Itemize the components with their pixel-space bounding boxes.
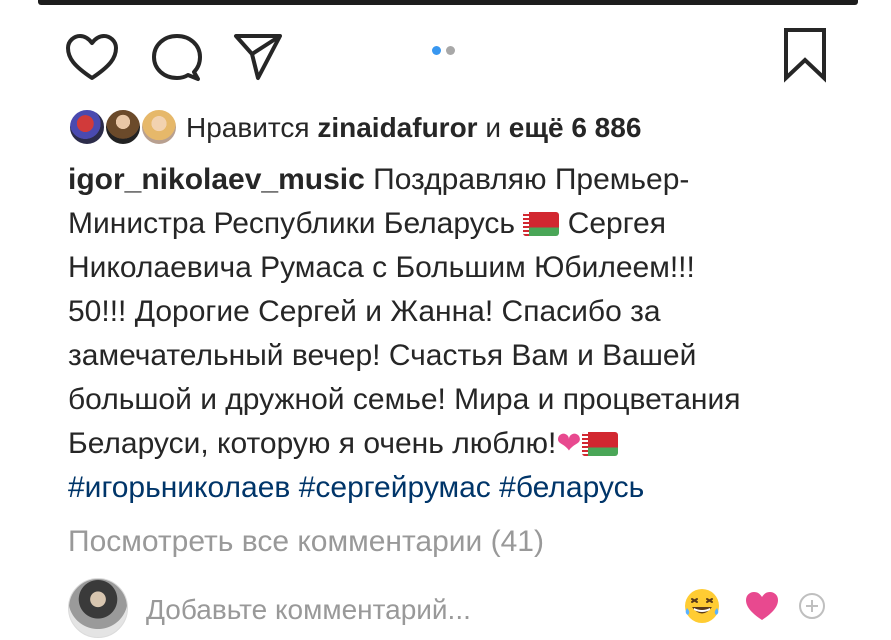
bookmark-icon bbox=[784, 28, 826, 83]
comment-button[interactable] bbox=[150, 32, 206, 84]
laughing-emoji-icon bbox=[685, 589, 719, 623]
post-media-bottom-edge[interactable] bbox=[38, 0, 858, 5]
liker-avatar bbox=[104, 108, 142, 146]
heart-outline-icon bbox=[66, 34, 118, 80]
share-button[interactable] bbox=[230, 30, 286, 82]
hashtag-link[interactable]: #сергейрумас bbox=[299, 471, 491, 504]
likes-count[interactable]: ещё 6 886 bbox=[509, 112, 642, 143]
belarus-flag-icon bbox=[523, 212, 560, 236]
caption-text: Министра Республики Беларусь bbox=[68, 207, 515, 240]
paper-plane-icon bbox=[234, 34, 282, 80]
view-all-comments-link[interactable]: Посмотреть все комментарии (41) bbox=[68, 522, 544, 562]
belarus-flag-icon bbox=[581, 432, 618, 456]
liker-avatar bbox=[68, 108, 106, 146]
caption-text: 50!!! Дорогие Сергей и Жанна! Спасибо за bbox=[68, 295, 661, 328]
comment-input[interactable] bbox=[146, 590, 666, 630]
liker-avatar bbox=[140, 108, 178, 146]
likes-conj: и bbox=[485, 112, 501, 143]
comment-composer bbox=[68, 576, 838, 640]
save-button[interactable] bbox=[780, 26, 830, 84]
carousel-dot-active bbox=[432, 46, 441, 55]
caption-text: большой и дружной семье! Мира и процвета… bbox=[68, 383, 741, 416]
post-view: Нравится zinaidafuror и ещё 6 886 igor_n… bbox=[0, 0, 891, 640]
liker-avatars bbox=[68, 104, 186, 148]
hashtag-link[interactable]: #игорьниколаев bbox=[68, 471, 290, 504]
likes-prefix: Нравится bbox=[186, 112, 310, 143]
caption-username[interactable]: igor_nikolaev_music bbox=[68, 163, 365, 196]
caption-text: Сергея bbox=[567, 207, 666, 240]
caption-text: Поздравляю Премьер- bbox=[373, 163, 690, 196]
carousel-dot bbox=[446, 46, 455, 55]
caption-text: Николаевича Румаса с Большим Юбилеем!!! bbox=[68, 251, 695, 284]
likes-text: Нравится zinaidafuror и ещё 6 886 bbox=[186, 110, 641, 146]
add-emoji-button[interactable] bbox=[792, 586, 832, 626]
action-bar bbox=[0, 20, 891, 84]
caption-text: Беларуси, которую я очень люблю! bbox=[68, 427, 557, 460]
caption-text: замечательный вечер! Счастья Вам и Вашей bbox=[68, 339, 697, 372]
like-button[interactable] bbox=[64, 32, 120, 84]
liker-username[interactable]: zinaidafuror bbox=[317, 112, 477, 143]
heart-emoji-button[interactable] bbox=[742, 586, 782, 626]
hashtag-link[interactable]: #беларусь bbox=[499, 471, 644, 504]
current-user-avatar bbox=[68, 578, 128, 638]
heart-emoji-icon: ❤ bbox=[556, 427, 582, 460]
plus-circle-icon bbox=[799, 593, 825, 619]
comment-bubble-icon bbox=[152, 34, 202, 81]
post-caption: igor_nikolaev_music Поздравляю Премьер- … bbox=[68, 158, 848, 510]
heart-emoji-icon bbox=[746, 592, 778, 620]
likes-row[interactable]: Нравится zinaidafuror и ещё 6 886 bbox=[68, 104, 868, 148]
laugh-emoji-button[interactable] bbox=[682, 586, 722, 626]
